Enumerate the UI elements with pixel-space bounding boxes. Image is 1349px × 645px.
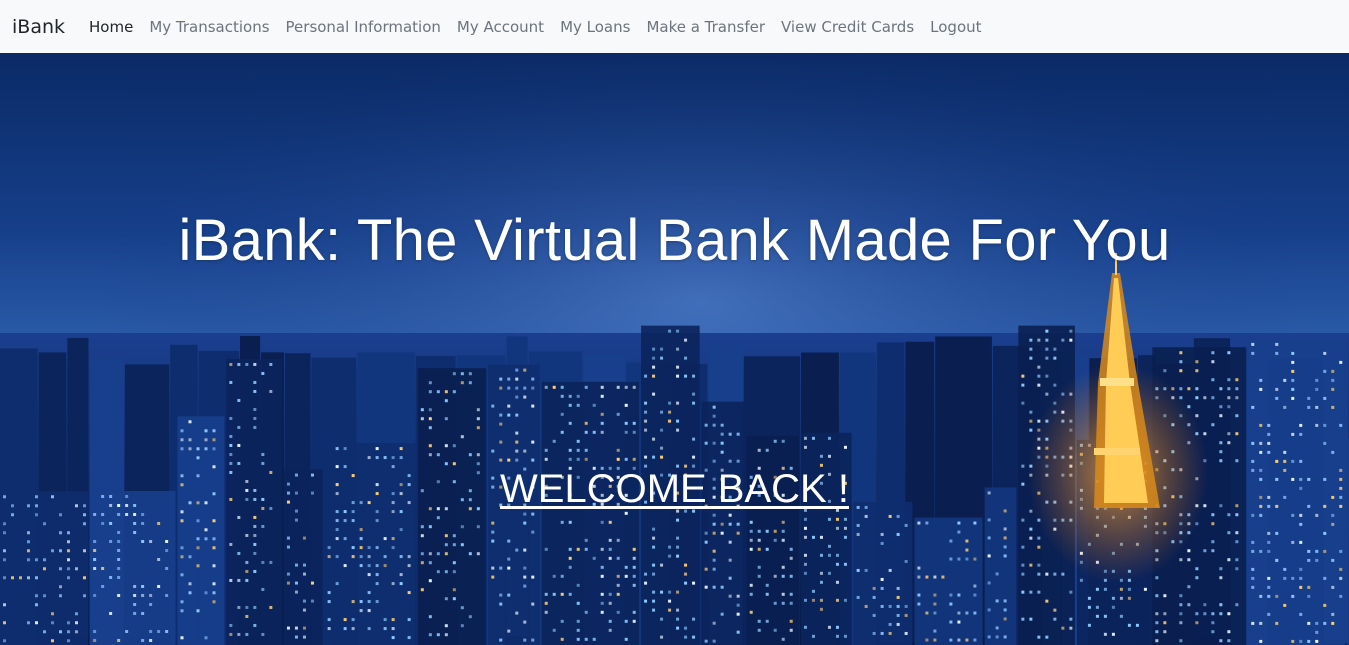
city-skyline-background [0,53,1349,645]
top-navbar: iBank Home My Transactions Personal Info… [0,0,1349,53]
hero-title: iBank: The Virtual Bank Made For You [178,208,1171,273]
nav-my-loans[interactable]: My Loans [552,18,638,36]
nav-make-a-transfer[interactable]: Make a Transfer [638,18,773,36]
brand-logo[interactable]: iBank [12,16,65,38]
nav-personal-information[interactable]: Personal Information [278,18,449,36]
hero-section: iBank: The Virtual Bank Made For You WEL… [0,53,1349,645]
nav-my-transactions[interactable]: My Transactions [141,18,277,36]
nav-logout[interactable]: Logout [922,18,989,36]
nav-menu: Home My Transactions Personal Informatio… [81,18,990,36]
nav-view-credit-cards[interactable]: View Credit Cards [773,18,922,36]
nav-home[interactable]: Home [81,18,141,36]
nav-my-account[interactable]: My Account [449,18,552,36]
welcome-container: WELCOME BACK ! [0,467,1349,512]
welcome-back-link[interactable]: WELCOME BACK ! [500,467,849,511]
